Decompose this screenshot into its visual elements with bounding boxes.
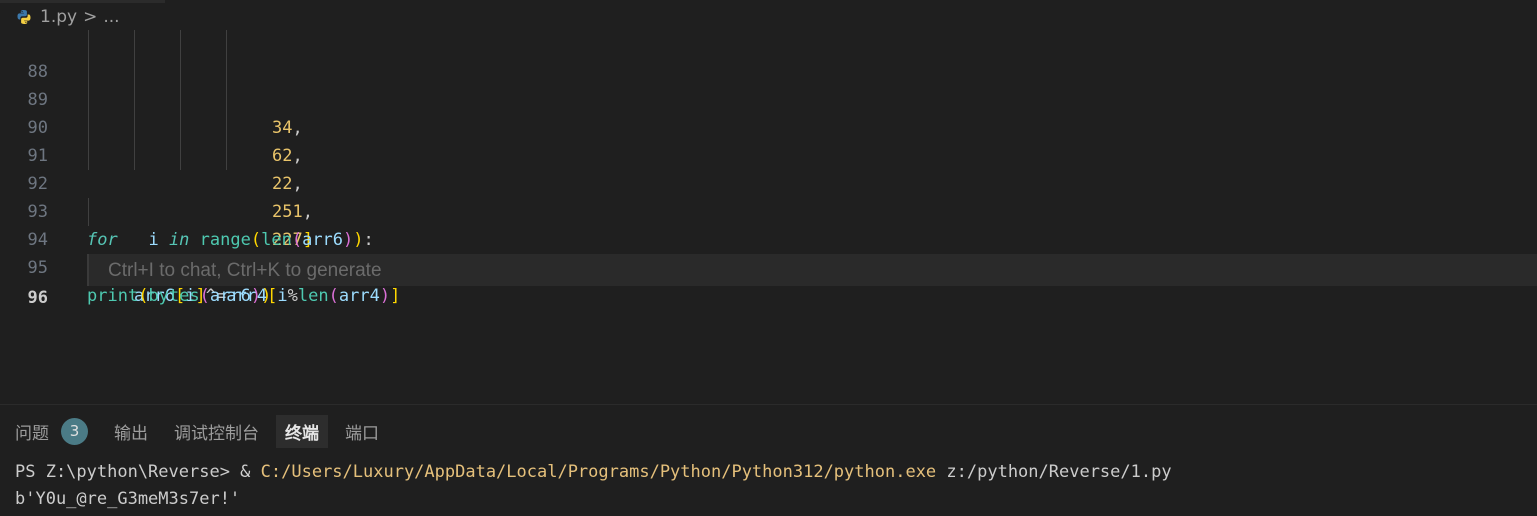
- code-line: 95 print(bytes(arr6)): [0, 226, 1537, 306]
- code-line: 92 227]: [0, 142, 1537, 250]
- line-number: 96: [27, 288, 48, 308]
- breadcrumb: 1.py > ...: [0, 0, 1537, 34]
- tab-label: 终端: [285, 423, 319, 444]
- code-line: 90 22,: [0, 86, 1537, 194]
- tab-terminal[interactable]: 终端: [276, 414, 328, 448]
- code-editor[interactable]: 88 34, 89 62, 90 22, 91 251, 92 227] 93 …: [0, 30, 1537, 402]
- panel-divider: [0, 404, 1537, 405]
- code-line: 88 34,: [0, 30, 1537, 138]
- tab-output[interactable]: 输出: [105, 415, 157, 448]
- code-line: 91 251,: [0, 114, 1537, 222]
- terminal-amp: &: [240, 462, 261, 482]
- code-line: 94 arr6[i]^=arr4[i%len(arr4)]: [0, 198, 1537, 306]
- code-line: 93 for i in range(len(arr6)):: [0, 170, 1537, 250]
- terminal-command-line: PS Z:\python\Reverse> & C:/Users/Luxury/…: [15, 459, 1172, 486]
- tab-label: 问题: [15, 423, 49, 444]
- breadcrumb-more[interactable]: ...: [103, 7, 119, 27]
- tab-problems[interactable]: 问题 3: [6, 414, 97, 449]
- code-line: 89 62,: [0, 58, 1537, 166]
- tab-label: 输出: [114, 423, 148, 444]
- panel-tab-bar: 问题 3 输出 调试控制台 终端 端口: [0, 412, 396, 450]
- tab-debug-console[interactable]: 调试控制台: [165, 415, 268, 448]
- terminal-arg: z:/python/Reverse/1.py: [936, 462, 1172, 482]
- python-file-icon: [17, 10, 31, 24]
- tab-ports[interactable]: 端口: [336, 415, 388, 448]
- terminal-output: b'Y0u_@re_G3meM3s7er!': [15, 489, 241, 509]
- terminal[interactable]: PS Z:\python\Reverse> & C:/Users/Luxury/…: [15, 459, 1172, 513]
- inline-ai-hint: Ctrl+I to chat, Ctrl+K to generate: [108, 260, 382, 281]
- problems-count-badge: 3: [61, 417, 88, 445]
- breadcrumb-separator: >: [83, 7, 98, 27]
- tab-label: 端口: [345, 423, 379, 444]
- code-text: print(bytes(arr6)): [87, 286, 272, 306]
- breadcrumb-file[interactable]: 1.py: [40, 7, 77, 27]
- terminal-prompt: PS Z:\python\Reverse>: [15, 462, 241, 482]
- tab-label: 调试控制台: [174, 423, 259, 444]
- terminal-exe-path: C:/Users/Luxury/AppData/Local/Programs/P…: [260, 462, 937, 482]
